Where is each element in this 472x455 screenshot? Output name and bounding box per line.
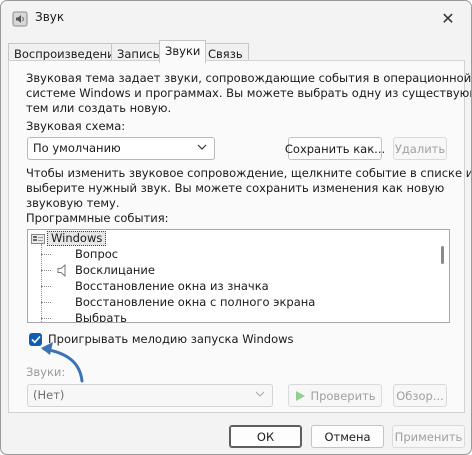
tree-branch [41,286,51,287]
cancel-button[interactable]: Отмена [311,425,384,448]
events-list[interactable]: Windows Вопрос Восклицание Восстановлени… [27,229,450,323]
delete-button[interactable]: Удалить [393,137,447,160]
tab-sounds[interactable]: Звуки [159,40,207,63]
tree-branch [41,318,51,319]
intro-text-line-1: Звуковая тема задает звуки, сопровождающ… [26,71,472,85]
tree-branch [41,270,51,271]
speaker-icon [12,11,28,27]
chevron-down-icon [197,144,207,150]
sounds-panel: Звуковая тема задает звуки, сопровождающ… [8,60,471,413]
list-item-restore-from-icon[interactable]: Восстановление окна из значка [75,279,269,295]
list-item-label: Восстановление окна с полного экрана [75,295,316,309]
list-item-select[interactable]: Выбрать [75,311,127,323]
ok-button[interactable]: ОК [229,425,302,448]
scheme-select[interactable]: По умолчанию [27,137,215,160]
speaker-icon [57,264,66,277]
window-title: Звук [35,10,65,24]
tree-branch [41,254,51,255]
hint-text-line-2: выберите нужный звук. Вы можете сохранит… [26,181,445,195]
windows-group-icon [31,234,45,244]
intro-text-line-3: тем или создать новую. [26,101,172,115]
save-as-button[interactable]: Сохранить как... [285,137,385,160]
events-label: Программные события: [26,211,169,225]
list-item-question[interactable]: Вопрос [75,247,118,263]
scheme-select-value: По умолчанию [33,141,121,155]
list-item-label: Вопрос [75,247,119,261]
close-button[interactable]: ✕ [433,5,463,31]
intro-text-line-2: системе Windows и программах. Вы можете … [26,86,472,100]
scheme-label: Звуковая схема: [26,119,126,133]
test-button[interactable]: Проверить [288,384,382,407]
close-icon: ✕ [441,8,455,28]
list-item-label: Выбрать [75,311,127,323]
browse-button[interactable]: Обзор... [393,384,447,407]
hint-text-line-1: Чтобы изменить звуковое сопровождение, щ… [26,166,472,180]
hint-text-line-3: звуковую тему. [26,196,120,210]
chevron-down-icon [255,391,265,397]
sound-dialog: Звук ✕ Воспроизведение Запись Звуки Связ… [0,0,472,455]
list-scrollbar[interactable] [441,246,444,264]
list-item-label: Восстановление окна из значка [75,279,269,293]
list-item-label: Восклицание [75,263,155,277]
title-bar: Звук ✕ [1,1,471,35]
list-item-label: Windows [47,231,107,246]
sound-select[interactable]: (Нет) [27,384,273,407]
sound-select-value: (Нет) [33,388,65,402]
tree-line [41,244,42,322]
list-item-restore-from-fullscreen[interactable]: Восстановление окна с полного экрана [75,295,315,311]
sounds-label: Звуки: [26,365,66,379]
apply-button[interactable]: Применить [392,425,465,448]
play-icon [296,390,306,401]
tree-branch [41,302,51,303]
